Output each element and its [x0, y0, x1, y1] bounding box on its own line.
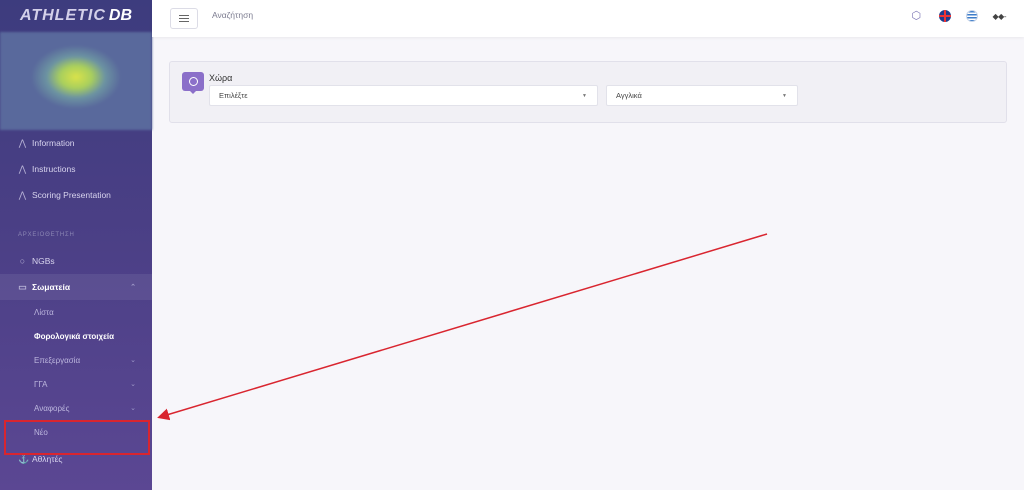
athletic-logo-icon: ⋀ — [18, 189, 27, 200]
sidebar-section-heading: ΑΡΧΕΙΟΘΕΤΗΣΗ — [18, 232, 75, 238]
sidebar-subitem-list[interactable]: Λίστα — [0, 300, 152, 324]
user-menu-button[interactable]: ◆◆- — [993, 12, 1007, 21]
country-select-value: Επιλέξτε — [219, 91, 248, 100]
sidebar-item-instructions[interactable]: ⋀ Instructions — [0, 156, 152, 182]
sidebar-item-label: NGBs — [32, 256, 55, 266]
sidebar-item-label: Information — [32, 138, 75, 148]
caret-down-icon: ▼ — [582, 93, 587, 99]
sidebar-subitem-tax-details[interactable]: Φορολογικά στοιχεία — [0, 324, 152, 348]
chevron-up-icon: ⌃ — [130, 284, 136, 291]
sidebar: ATHLETIC DB ⋀ Information ⋀ Instructions… — [0, 0, 152, 490]
chevron-down-icon: ⌄ — [130, 357, 136, 364]
caret-down-icon: ▼ — [782, 93, 787, 99]
uk-flag-icon[interactable] — [938, 10, 951, 22]
sidebar-item-label: Σωματεία — [32, 282, 71, 292]
athletic-logo-icon: ⋀ — [18, 163, 27, 174]
sidebar-item-information[interactable]: ⋀ Information — [0, 130, 152, 156]
country-marker-icon — [182, 72, 204, 94]
lightbulb-icon: ○ — [19, 255, 26, 266]
sidebar-subitem-edit[interactable]: Επεξεργασία ⌄ — [0, 348, 152, 372]
sidebar-item-label: Αθλητές — [32, 454, 63, 464]
profile-banner-image — [0, 32, 152, 130]
language-select[interactable]: Αγγλικά ▼ — [606, 85, 798, 106]
sidebar-item-label: Scoring Presentation — [32, 190, 111, 200]
sidebar-subitem-label: Επεξεργασία — [34, 355, 81, 365]
sidebar-subitem-label: Λίστα — [34, 307, 54, 317]
topbar-icons: ⬡ ◆◆- — [912, 10, 1007, 22]
sidebar-item-ngbs[interactable]: ○ NGBs — [0, 248, 152, 274]
athletic-logo-icon: ⋀ — [18, 137, 27, 148]
sidebar-subitem-gga[interactable]: ΓΓΑ ⌄ — [0, 372, 152, 396]
sidebar-subitem-label: ΓΓΑ — [34, 379, 48, 389]
country-label: Χώρα — [209, 73, 233, 83]
chevron-down-icon: ⌄ — [130, 405, 136, 412]
anchor-icon: ⚓ — [18, 453, 30, 464]
sidebar-subitem-reports[interactable]: Αναφορές ⌄ — [0, 396, 152, 420]
app-logo[interactable]: ATHLETIC DB — [0, 0, 152, 32]
topbar: Αναζήτηση ⬡ ◆◆- — [152, 0, 1024, 37]
sidebar-item-scoring-presentation[interactable]: ⋀ Scoring Presentation — [0, 182, 152, 208]
filter-panel: Χώρα Επιλέξτε ▼ Αγγλικά ▼ — [169, 61, 1007, 123]
cube-icon[interactable]: ⬡ — [912, 10, 924, 22]
menu-line — [179, 18, 189, 19]
logo-text-db: DB — [108, 7, 133, 24]
search-label[interactable]: Αναζήτηση — [212, 10, 253, 20]
country-select[interactable]: Επιλέξτε ▼ — [209, 85, 598, 106]
building-icon: ▭ — [18, 281, 27, 292]
sidebar-item-label: Instructions — [32, 164, 76, 174]
greek-flag-icon[interactable] — [965, 10, 978, 22]
annotation-highlight-box — [4, 420, 150, 455]
logo-text-athletic: ATHLETIC — [19, 7, 106, 24]
menu-line — [179, 21, 189, 22]
menu-line — [179, 15, 189, 16]
language-select-value: Αγγλικά — [616, 91, 642, 100]
sidebar-subitem-label: Αναφορές — [34, 403, 70, 413]
sidebar-subitem-label: Φορολογικά στοιχεία — [34, 331, 115, 341]
hamburger-menu-button[interactable] — [170, 8, 198, 29]
sidebar-item-clubs[interactable]: ▭ Σωματεία ⌃ — [0, 274, 152, 300]
chevron-down-icon: ⌄ — [130, 381, 136, 388]
